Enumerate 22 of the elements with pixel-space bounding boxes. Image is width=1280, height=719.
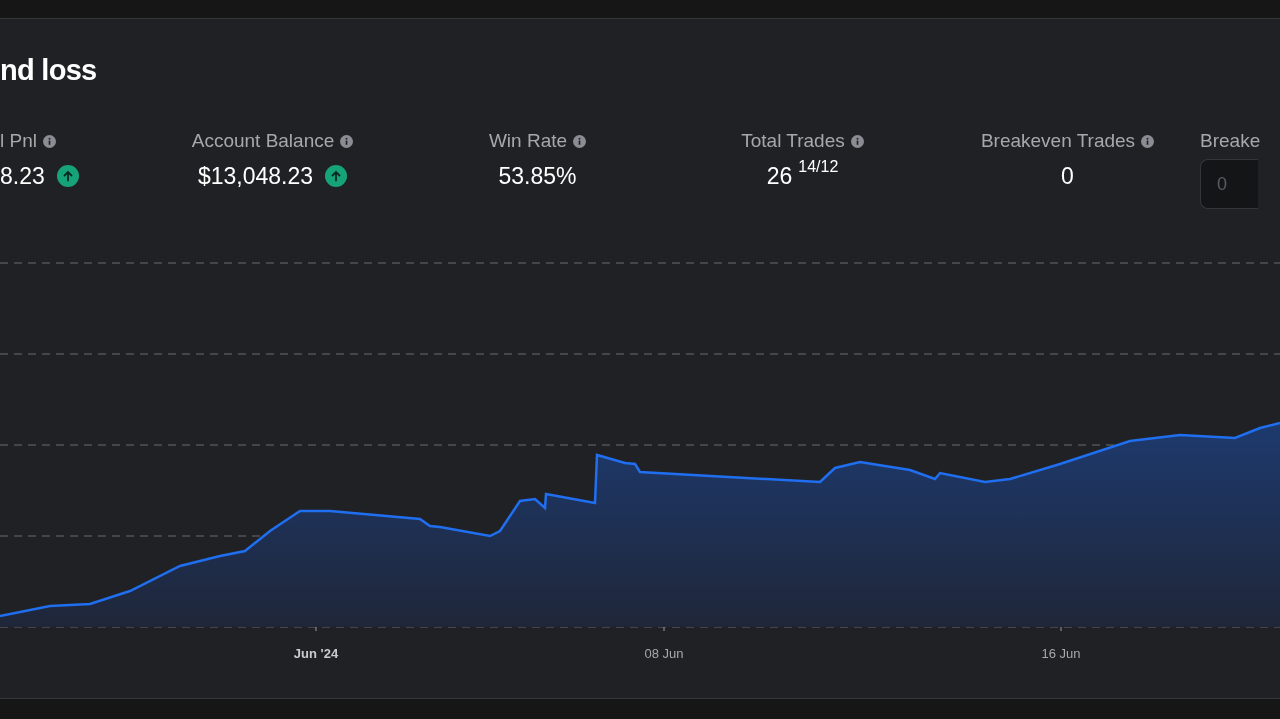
stat-value: 26: [766, 163, 793, 189]
info-icon[interactable]: [42, 134, 56, 148]
card-title: nd loss: [0, 53, 97, 87]
stat-label: Account Balance: [191, 128, 335, 153]
stat-value: 8.23: [0, 163, 45, 189]
x-axis-label: 08 Jun: [644, 645, 684, 663]
stat-label: Breakeven Trades: [980, 128, 1136, 153]
stat-value: 0: [1061, 163, 1074, 189]
stat-label: Win Rate: [488, 128, 568, 153]
info-icon[interactable]: [573, 134, 587, 148]
info-icon[interactable]: [340, 134, 354, 148]
x-axis-label: Jun '24: [293, 645, 339, 663]
x-axis-label: 16 Jun: [1041, 645, 1081, 663]
stat-label: Total Trades: [741, 128, 845, 153]
info-icon[interactable]: [850, 134, 864, 148]
input-field[interactable]: 0: [1200, 159, 1258, 209]
stat-label: Breake: [1200, 128, 1261, 153]
stat-label: l Pnl: [0, 128, 37, 153]
stat-value: 53.85%: [498, 163, 577, 189]
stat-detail: 14/12: [798, 159, 839, 175]
stat-value: $13,048.23: [197, 163, 314, 189]
info-icon[interactable]: [1141, 134, 1155, 148]
